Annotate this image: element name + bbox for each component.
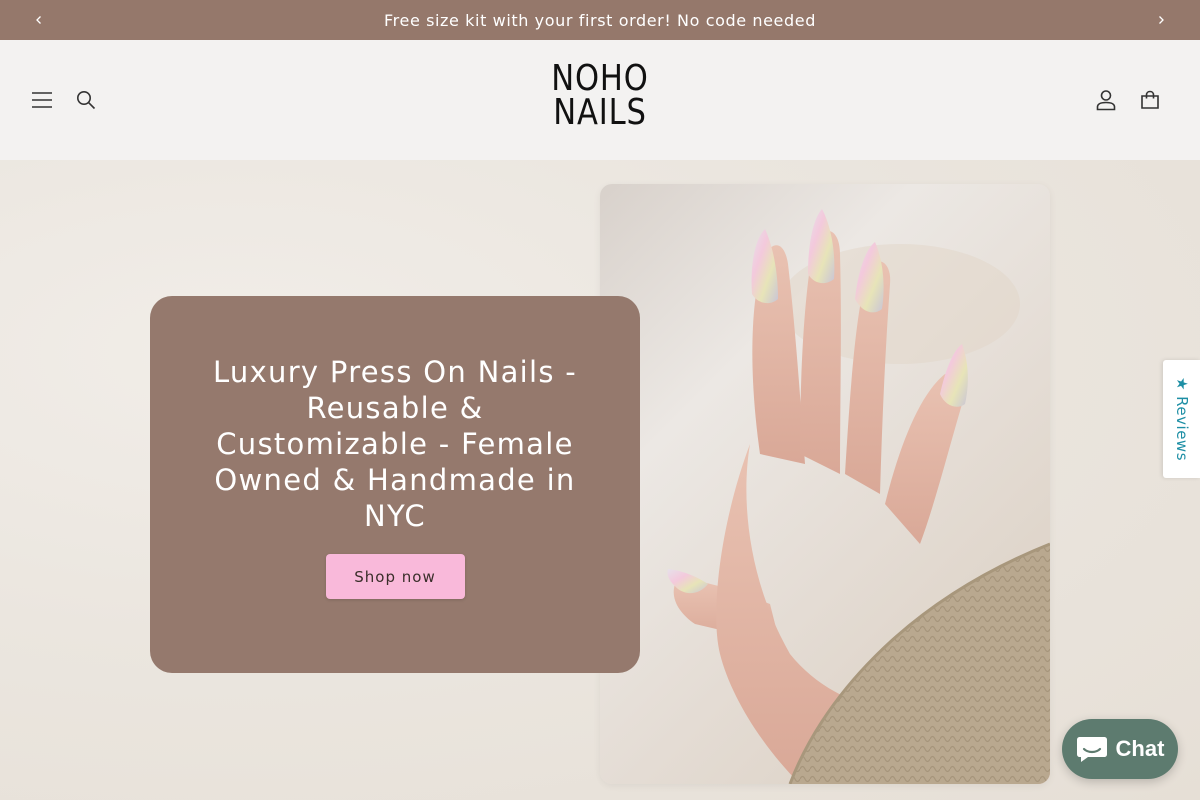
hero-content-card: Luxury Press On Nails - Reusable & Custo… xyxy=(150,296,640,673)
chat-label: Chat xyxy=(1115,736,1165,761)
hero-section: Luxury Press On Nails - Reusable & Custo… xyxy=(0,160,1200,800)
account-icon xyxy=(1096,90,1116,111)
hero-image xyxy=(600,184,1050,784)
chat-bubble-icon xyxy=(1076,737,1107,762)
shop-now-button[interactable]: Shop now xyxy=(325,554,465,599)
hero-heading: Luxury Press On Nails - Reusable & Custo… xyxy=(212,355,578,533)
announcement-prev-button[interactable] xyxy=(19,0,59,40)
announcement-text: Free size kit with your first order! No … xyxy=(384,10,816,30)
reviews-tab-label: ★ Reviews xyxy=(1172,376,1191,462)
chevron-left-icon xyxy=(36,16,41,24)
chat-button[interactable]: Chat xyxy=(1062,719,1178,779)
cart-icon xyxy=(1141,90,1159,109)
logo-line-2: NAILS xyxy=(553,92,647,133)
hand-with-iridescent-almond-nails xyxy=(667,209,1050,784)
search-icon xyxy=(77,91,96,110)
chevron-right-icon xyxy=(1159,16,1164,24)
account-button[interactable] xyxy=(1084,78,1128,122)
announcement-bar: Free size kit with your first order! No … xyxy=(0,0,1200,40)
search-button[interactable] xyxy=(64,78,108,122)
menu-button[interactable] xyxy=(20,78,64,122)
hamburger-menu-icon xyxy=(32,92,52,108)
site-header: NOHO NAILS xyxy=(0,40,1200,160)
reviews-tab[interactable]: ★ Reviews xyxy=(1163,360,1200,478)
site-logo[interactable]: NOHO NAILS xyxy=(540,58,660,138)
cart-button[interactable] xyxy=(1128,78,1172,122)
logo-line-1: NOHO xyxy=(551,58,649,99)
announcement-next-button[interactable] xyxy=(1141,0,1181,40)
